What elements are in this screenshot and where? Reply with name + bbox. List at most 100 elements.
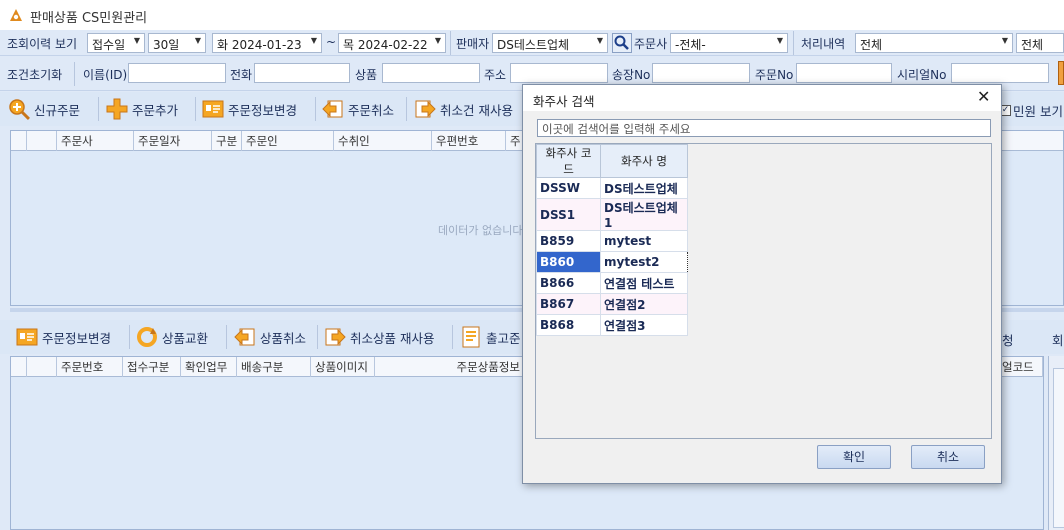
reuse-product-label: 취소상품 재사용 <box>350 330 435 346</box>
side-grid <box>1053 368 1064 528</box>
cancel-button[interactable]: 취소 <box>911 445 985 469</box>
client-table: 화주사 코드 화주사 명 DSSW DS테스트업체 DSS1 DS테스트업체1 B8… <box>536 144 688 336</box>
client-search-dialog: 화주사 검색 ✕ 이곳에 검색어를 입력해 주세요 화주사 코드 화주사 명 D… <box>522 84 1002 484</box>
close-icon[interactable]: ✕ <box>977 87 990 106</box>
column-header[interactable]: 확인업무 <box>181 357 237 377</box>
name-label: 이름(ID) <box>83 68 128 82</box>
client-name: mytest2 <box>600 251 688 273</box>
reuse-product-button[interactable]: 취소상품 재사용 <box>324 326 434 348</box>
right-label-2[interactable]: 회 <box>1052 330 1064 349</box>
arrow-right-icon <box>415 100 436 118</box>
table-row[interactable]: DSSW DS테스트업체 <box>536 177 688 199</box>
divider <box>98 97 99 121</box>
divider <box>315 97 316 121</box>
plus-icon <box>106 98 128 120</box>
change-order-info-button[interactable]: 주문정보변경 <box>202 98 297 120</box>
right-label-1[interactable]: 청 <box>1002 330 1014 349</box>
seller-select[interactable]: DS테스트업체 ▼ <box>492 33 608 53</box>
cancel-product-button[interactable]: 상품취소 <box>234 326 306 348</box>
chevron-down-icon: ▼ <box>596 36 603 45</box>
order-no-input[interactable] <box>796 63 892 83</box>
search-input[interactable]: 이곳에 검색어를 입력해 주세요 <box>537 119 991 137</box>
cancel-product-label: 상품취소 <box>260 330 307 346</box>
client-name: DS테스트업체1 <box>600 198 688 231</box>
period-select[interactable]: 30일 ▼ <box>148 33 206 53</box>
add-order-label: 주문추가 <box>132 102 179 118</box>
seller-label: 판매자 <box>456 37 490 51</box>
address-input[interactable] <box>510 63 608 83</box>
reuse-cancel-label: 취소건 재사용 <box>440 102 513 118</box>
reuse-cancel-button[interactable]: 취소건 재사용 <box>414 98 513 120</box>
column-header[interactable]: 수취인 <box>334 131 432 151</box>
divider <box>226 325 227 349</box>
cs-view-label: 민원 보기 <box>1013 104 1063 119</box>
process-select[interactable]: 전체 ▼ <box>855 33 1013 53</box>
column-header[interactable]: 주문일자 <box>134 131 212 151</box>
ship-button[interactable]: 출고준 <box>460 326 521 348</box>
client-code: B859 <box>536 230 601 252</box>
exchange-product-label: 상품교환 <box>162 330 209 346</box>
empty-message: 데이터가 없습니다 <box>438 224 523 237</box>
date-type-select[interactable]: 접수일 ▼ <box>87 33 145 53</box>
product-label: 상품 <box>355 68 378 82</box>
arrow-right-icon <box>325 328 346 346</box>
client-label: 주문사 <box>634 37 668 51</box>
change-order-info-label: 주문정보변경 <box>228 102 298 118</box>
client-select[interactable]: -전체- ▼ <box>670 33 788 53</box>
add-order-button[interactable]: 주문추가 <box>106 98 178 120</box>
date-to-picker[interactable]: 목 2024-02-22 ▼ <box>338 33 446 53</box>
chevron-down-icon: ▼ <box>133 36 140 45</box>
phone-input[interactable] <box>254 63 350 83</box>
table-row[interactable]: B867 연결점2 <box>536 293 688 315</box>
code-column-header[interactable]: 화주사 코드 <box>536 144 601 178</box>
divider <box>406 97 407 121</box>
column-header[interactable]: 우편번호 <box>432 131 506 151</box>
client-code: B866 <box>536 272 601 294</box>
column-header[interactable]: 주문인 <box>242 131 334 151</box>
table-row[interactable]: B859 mytest <box>536 230 688 252</box>
name-input[interactable] <box>128 63 226 83</box>
column-header[interactable]: 구분 <box>212 131 242 151</box>
column-header[interactable]: 상품이미지 <box>311 357 375 377</box>
serial-input[interactable] <box>951 63 1049 83</box>
range-separator: ~ <box>326 35 337 49</box>
dialog-title: 화주사 검색 <box>533 94 595 109</box>
client-code: DSSW <box>536 177 601 199</box>
magnifier-plus-icon <box>9 99 30 120</box>
ship-label: 출고준 <box>486 330 521 346</box>
table-row[interactable]: B866 연결점 테스트 <box>536 272 688 294</box>
history-label: 조회이력 보기 <box>7 37 78 51</box>
chevron-down-icon: ▼ <box>1001 36 1008 45</box>
new-order-button[interactable]: 신규주문 <box>8 98 80 120</box>
cancel-order-button[interactable]: 주문취소 <box>322 98 394 120</box>
right-panel <box>1048 356 1064 530</box>
reset-conditions-button[interactable]: 조건초기화 <box>7 66 62 83</box>
search-button[interactable] <box>612 33 632 53</box>
table-row-selected[interactable]: B860 mytest2 <box>536 251 688 273</box>
product-input[interactable] <box>382 63 480 83</box>
more-button[interactable] <box>1058 61 1064 85</box>
ok-button[interactable]: 확인 <box>817 445 891 469</box>
client-name: mytest <box>600 230 688 252</box>
exchange-product-button[interactable]: 상품교환 <box>136 326 208 348</box>
date-from-picker[interactable]: 화 2024-01-23 ▼ <box>212 33 322 53</box>
column-header[interactable]: 배송구분 <box>237 357 311 377</box>
name-column-header[interactable]: 화주사 명 <box>600 144 688 178</box>
column-header[interactable]: 주문상품정보 <box>375 357 525 377</box>
chevron-down-icon: ▼ <box>434 36 441 45</box>
id-card-icon <box>16 328 38 346</box>
table-row[interactable]: DSS1 DS테스트업체1 <box>536 198 688 231</box>
arrow-left-icon <box>322 100 343 118</box>
table-row[interactable]: B868 연결점3 <box>536 314 688 336</box>
column-header[interactable]: 얼코드 <box>997 357 1043 377</box>
change-order-info-button-2[interactable]: 주문정보변경 <box>16 326 111 348</box>
cs-view-toggle[interactable]: ✓ 민원 보기 <box>1000 101 1063 120</box>
column-header[interactable]: 주문사 <box>57 131 134 151</box>
invoice-input[interactable] <box>652 63 750 83</box>
column-header[interactable]: 접수구분 <box>123 357 181 377</box>
client-code: B860 <box>536 251 601 273</box>
extra-select[interactable]: 전체 <box>1016 33 1064 53</box>
phone-label: 전화 <box>230 68 253 82</box>
client-name: 연결점2 <box>600 293 688 315</box>
column-header[interactable]: 주문번호 <box>57 357 123 377</box>
